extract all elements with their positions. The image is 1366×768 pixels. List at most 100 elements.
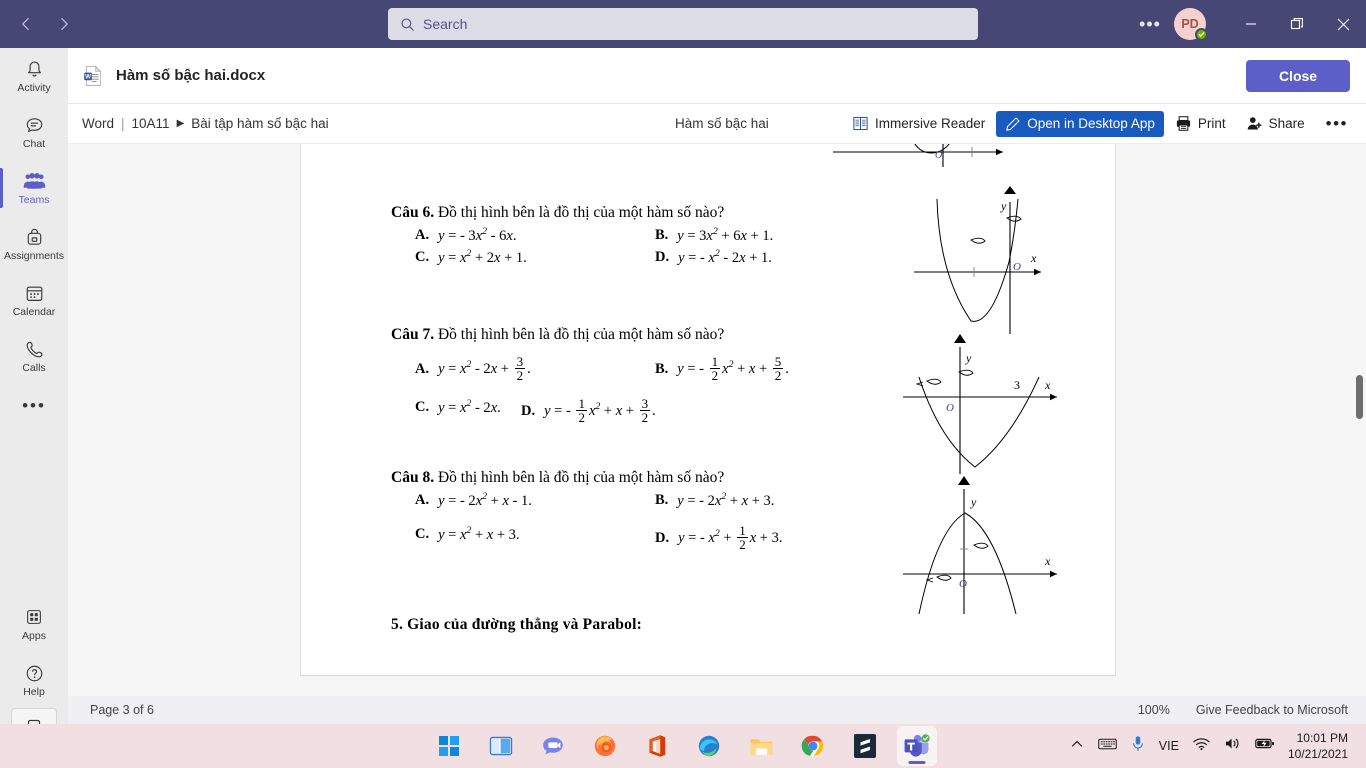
- close-window-button[interactable]: [1320, 0, 1366, 48]
- toolbar-more-button[interactable]: •••: [1316, 109, 1358, 139]
- svg-text:3: 3: [1014, 378, 1020, 392]
- breadcrumb-channel[interactable]: Bài tập hàm số bậc hai: [191, 116, 328, 131]
- immersive-reader-label: Immersive Reader: [874, 116, 986, 131]
- breadcrumb-separator: |: [121, 116, 125, 131]
- svg-text:y: y: [965, 351, 972, 365]
- sidebar-item-apps[interactable]: Apps: [0, 596, 68, 652]
- wifi-icon: [1193, 737, 1210, 756]
- chevron-up-icon: [1070, 737, 1084, 756]
- option-7-D: D. y = - 1 2 x2 + x + 32.: [521, 396, 656, 425]
- sidebar-item-chat[interactable]: Chat: [0, 104, 68, 160]
- clock[interactable]: 10:01 PM 10/21/2021: [1282, 726, 1358, 766]
- microsoft-teams-button[interactable]: [897, 726, 937, 766]
- option-formula: y = - x2 - 2x + 1.: [678, 248, 772, 266]
- search-input[interactable]: Search: [388, 8, 978, 40]
- document-scrollbar[interactable]: [1352, 144, 1366, 696]
- svg-text:y: y: [1000, 199, 1007, 213]
- sublime-text-button[interactable]: [845, 726, 885, 766]
- document-title: Hàm số bậc hai.docx: [116, 67, 266, 84]
- immersive-reader-icon: [852, 115, 869, 132]
- search-bar[interactable]: Search: [388, 8, 978, 40]
- language-indicator[interactable]: VIE: [1152, 729, 1186, 763]
- edge-button[interactable]: [689, 726, 729, 766]
- back-button[interactable]: [10, 8, 42, 40]
- svg-text:O: O: [1013, 261, 1021, 273]
- microphone-button[interactable]: [1124, 729, 1152, 763]
- maximize-window-button[interactable]: [1274, 0, 1320, 48]
- section-heading: 5. Giao của đường thẳng và Parabol:: [391, 616, 642, 633]
- minimize-window-button[interactable]: [1228, 0, 1274, 48]
- option-letter: A.: [415, 226, 430, 243]
- teams-chat-button[interactable]: [533, 726, 573, 766]
- start-windows-button[interactable]: [429, 726, 469, 766]
- sidebar-item-label: Calendar: [12, 306, 56, 319]
- search-icon: [400, 17, 415, 32]
- scrollbar-thumb[interactable]: [1356, 375, 1363, 419]
- speaker-icon: [1224, 736, 1241, 756]
- titlebar-right-controls: ••• PD: [1134, 0, 1366, 48]
- wifi-button[interactable]: [1186, 729, 1217, 763]
- show-hidden-icons-button[interactable]: [1063, 729, 1091, 763]
- close-document-button[interactable]: Close: [1246, 60, 1350, 92]
- graph-figure-6: y x O: [879, 186, 1059, 334]
- battery-button[interactable]: [1248, 729, 1282, 763]
- option-6-C: C. y = x2 + 2x + 1.: [415, 248, 527, 267]
- option-letter: C.: [415, 248, 430, 265]
- question-block-7: Câu 7. Đồ thị hình bên là đồ thị của một…: [391, 326, 811, 428]
- titlebar-more-icon[interactable]: •••: [1134, 8, 1166, 40]
- options-8: A. y = - 2x2 + x - 1. B. y = - 2x2 + x +…: [391, 491, 811, 553]
- print-label: Print: [1197, 116, 1226, 131]
- feedback-link[interactable]: Give Feedback to Microsoft: [1196, 703, 1348, 717]
- office-button[interactable]: [637, 726, 677, 766]
- breadcrumb-team[interactable]: 10A11: [132, 116, 170, 131]
- question-circle-icon: [24, 662, 45, 684]
- option-7-B: B. y = - 1 2 x2 + x + 52.: [655, 355, 789, 383]
- option-formula: y = x2 + 2x + 1.: [438, 248, 527, 266]
- option-letter: D.: [521, 403, 536, 419]
- open-in-desktop-app-button[interactable]: Open in Desktop App: [996, 110, 1164, 137]
- share-button[interactable]: Share: [1237, 110, 1314, 137]
- sidebar-more-apps-button[interactable]: •••: [0, 384, 68, 428]
- avatar[interactable]: PD: [1174, 8, 1208, 41]
- file-explorer-button[interactable]: [741, 726, 781, 766]
- touch-keyboard-button[interactable]: [1091, 729, 1124, 763]
- firefox-button[interactable]: [585, 726, 625, 766]
- svg-text:x: x: [1030, 251, 1037, 265]
- sidebar-item-assignments[interactable]: Assignments: [0, 216, 68, 272]
- word-toolbar: Word | 10A11 ▶ Bài tập hàm số bậc hai Hà…: [68, 104, 1366, 144]
- sidebar-item-calls[interactable]: Calls: [0, 328, 68, 384]
- teams-app-window: Search ••• PD Activity Chat Teams Assign…: [0, 0, 1366, 768]
- print-button[interactable]: Print: [1166, 110, 1235, 137]
- option-formula: y = - 1 2 x2 + x + 32.: [544, 396, 656, 425]
- svg-text:W: W: [85, 73, 91, 80]
- svg-text:x: x: [1044, 554, 1051, 568]
- task-view-button[interactable]: [481, 726, 521, 766]
- chrome-button[interactable]: [793, 726, 833, 766]
- sidebar-item-activity[interactable]: Activity: [0, 48, 68, 104]
- sidebar-item-label: Apps: [22, 630, 46, 643]
- svg-text:y: y: [970, 495, 977, 509]
- option-letter: B.: [655, 361, 669, 377]
- forward-button[interactable]: [48, 8, 80, 40]
- sidebar-item-help[interactable]: Help: [0, 652, 68, 708]
- question-label: Câu 7.: [391, 326, 435, 343]
- sidebar-item-label: Calls: [22, 362, 46, 375]
- option-letter: A.: [415, 361, 430, 377]
- option-7-A: A. y = x2 - 2x + 32.: [415, 355, 531, 383]
- volume-button[interactable]: [1217, 729, 1248, 763]
- option-formula: y = x2 - 2x.: [438, 398, 501, 416]
- option-row: A. y = - 3x2 - 6x. B. y = 3x2 + 6x + 1.: [391, 226, 811, 248]
- option-8-B: B. y = - 2x2 + x + 3.: [655, 491, 774, 510]
- option-8-C: C. y = x2 + x + 3.: [415, 525, 520, 544]
- graph-figure-8: y x O: [899, 469, 1074, 615]
- breadcrumb-app[interactable]: Word: [82, 116, 114, 131]
- option-formula: y = - x2 + 12x + 3.: [678, 523, 783, 552]
- system-tray: VIE 10:01 PM 10/21/2021: [1063, 724, 1366, 768]
- zoom-level[interactable]: 100%: [1138, 703, 1170, 717]
- immersive-reader-button[interactable]: Immersive Reader: [843, 110, 994, 137]
- keyboard-icon: [1098, 737, 1117, 756]
- document-canvas: O Câu 6. Đồ thị hình bên là đồ thị của m…: [68, 144, 1366, 696]
- breadcrumb: Word | 10A11 ▶ Bài tập hàm số bậc hai: [82, 116, 329, 131]
- sidebar-item-teams[interactable]: Teams: [0, 160, 68, 216]
- sidebar-item-calendar[interactable]: Calendar: [0, 272, 68, 328]
